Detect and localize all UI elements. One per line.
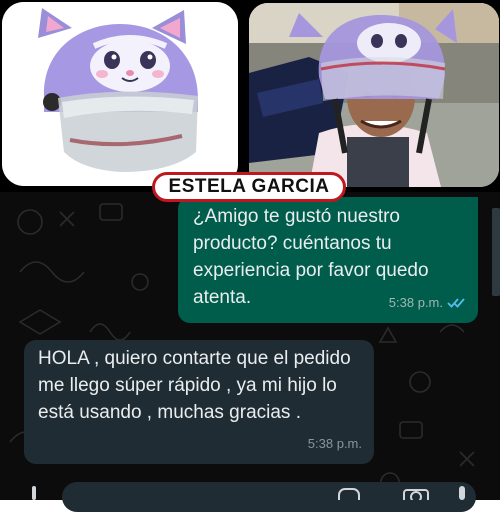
product-photo <box>2 2 238 186</box>
contact-name-badge: ESTELA GARCIA <box>152 172 346 202</box>
message-meta: 5:38 p.m. <box>389 289 466 316</box>
mic-icon[interactable] <box>26 486 42 500</box>
photo-strip <box>0 0 500 192</box>
message-text: HOLA , quiero contarte que el pedido me … <box>38 348 351 423</box>
partial-bubble-edge <box>492 208 500 296</box>
customer-photo <box>246 0 500 190</box>
outgoing-message[interactable]: ¿Amigo te gustó nuestro producto? cuénta… <box>178 197 478 323</box>
message-meta: 5:38 p.m. <box>308 430 362 457</box>
mic-button-icon[interactable] <box>455 486 469 500</box>
incoming-message[interactable]: HOLA , quiero contarte que el pedido me … <box>24 340 374 464</box>
message-time: 5:38 p.m. <box>388 295 443 310</box>
contact-name: ESTELA GARCIA <box>168 176 330 197</box>
camera-icon[interactable] <box>402 486 430 500</box>
message-time: 5:38 p.m. <box>307 436 362 451</box>
double-check-icon <box>447 298 465 308</box>
sticker-icon[interactable] <box>338 488 360 500</box>
